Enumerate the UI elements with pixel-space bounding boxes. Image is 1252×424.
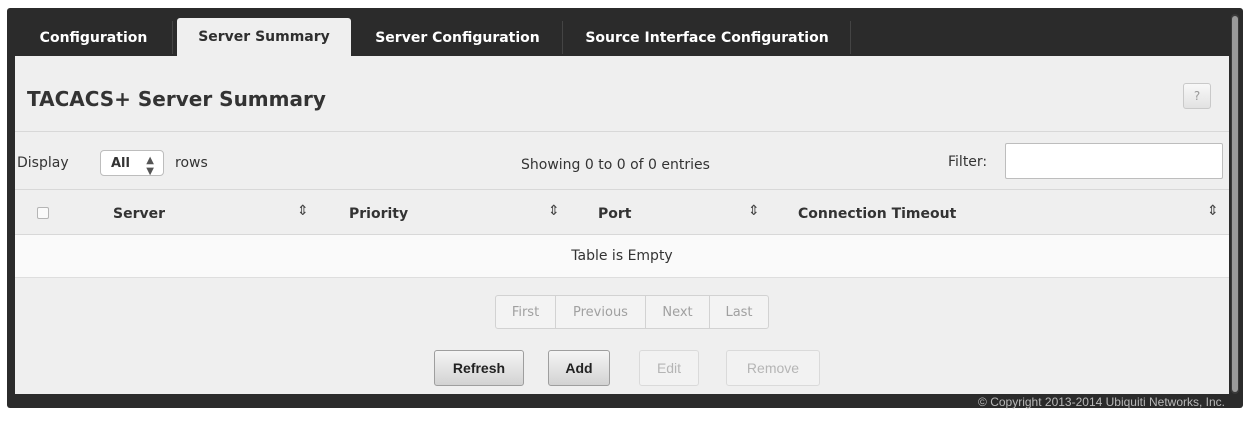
tab-server-summary[interactable]: Server Summary bbox=[177, 18, 351, 56]
sort-updown-icon[interactable]: ⇕ bbox=[548, 203, 560, 219]
pagination-last[interactable]: Last bbox=[710, 296, 768, 328]
help-icon: ? bbox=[1193, 89, 1201, 103]
add-button[interactable]: Add bbox=[548, 350, 610, 386]
copyright-text: © Copyright 2013-2014 Ubiquiti Networks,… bbox=[978, 395, 1225, 409]
pagination-previous[interactable]: Previous bbox=[556, 296, 646, 328]
column-header-connection-timeout[interactable]: Connection Timeout bbox=[798, 206, 956, 222]
tab-label: Server Summary bbox=[198, 29, 330, 45]
entries-info: Showing 0 to 0 of 0 entries bbox=[521, 157, 710, 173]
tab-server-configuration[interactable]: Server Configuration bbox=[353, 21, 563, 54]
filter-label: Filter: bbox=[948, 154, 988, 170]
tab-label: Configuration bbox=[39, 29, 148, 46]
content-panel: TACACS+ Server Summary ? Display All ▲ ▼ … bbox=[15, 56, 1229, 394]
display-label: Display bbox=[17, 155, 69, 171]
filter-input[interactable] bbox=[1005, 143, 1223, 179]
divider bbox=[15, 131, 1229, 132]
edit-button[interactable]: Edit bbox=[639, 350, 699, 386]
app-frame: Configuration Server Summary Server Conf… bbox=[7, 8, 1243, 409]
rows-per-page-select[interactable]: All ▲ ▼ bbox=[100, 150, 164, 177]
tab-label: Source Interface Configuration bbox=[585, 29, 829, 46]
tab-bar: Configuration Server Summary Server Conf… bbox=[7, 8, 1243, 56]
column-header-server[interactable]: Server bbox=[113, 206, 165, 222]
select-all-checkbox[interactable] bbox=[37, 207, 49, 219]
table-empty-row: Table is Empty bbox=[15, 235, 1229, 278]
pagination-next[interactable]: Next bbox=[646, 296, 710, 328]
empty-message: Table is Empty bbox=[571, 248, 673, 264]
scrollbar-thumb[interactable] bbox=[1232, 16, 1238, 392]
sort-updown-icon[interactable]: ⇕ bbox=[297, 203, 309, 219]
tab-source-interface-configuration[interactable]: Source Interface Configuration bbox=[564, 21, 851, 54]
page-title: TACACS+ Server Summary bbox=[27, 87, 326, 111]
sort-updown-icon[interactable]: ⇕ bbox=[1207, 203, 1219, 219]
pagination-first[interactable]: First bbox=[496, 296, 556, 328]
remove-button[interactable]: Remove bbox=[726, 350, 820, 386]
select-updown-icon: ▲ ▼ bbox=[146, 155, 154, 177]
column-header-priority[interactable]: Priority bbox=[349, 206, 408, 222]
table-header: Server ⇕ Priority ⇕ Port ⇕ Connection Ti… bbox=[15, 190, 1229, 234]
tab-label: Server Configuration bbox=[375, 29, 540, 46]
column-header-port[interactable]: Port bbox=[598, 206, 631, 222]
sort-updown-icon[interactable]: ⇕ bbox=[748, 203, 760, 219]
tab-configuration[interactable]: Configuration bbox=[15, 21, 173, 54]
pagination: First Previous Next Last bbox=[495, 295, 769, 329]
refresh-button[interactable]: Refresh bbox=[434, 350, 524, 386]
rows-label: rows bbox=[175, 155, 208, 171]
help-button[interactable]: ? bbox=[1183, 83, 1211, 109]
rows-select-value: All bbox=[111, 155, 130, 171]
